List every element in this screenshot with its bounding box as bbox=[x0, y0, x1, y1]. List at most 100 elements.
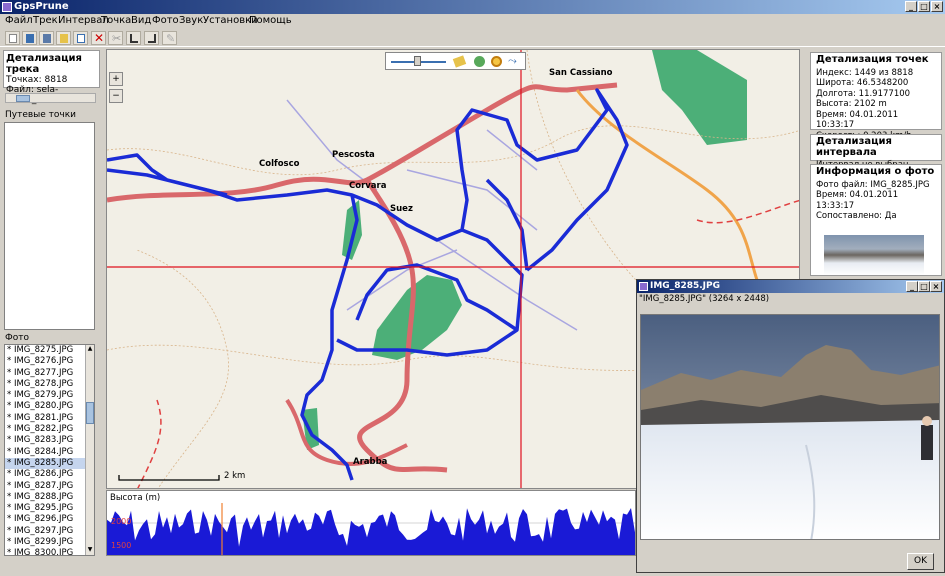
file-scroll-thumb[interactable] bbox=[16, 95, 30, 102]
ok-button[interactable]: OK bbox=[907, 553, 934, 570]
scale-label: 2 km bbox=[224, 471, 246, 481]
menu-point[interactable]: Точка bbox=[101, 15, 131, 27]
photo-info-box: Информация о фото Фото файл: IMG_8285.JP… bbox=[810, 164, 942, 276]
point-altitude: Высота: 2102 m bbox=[816, 99, 887, 109]
file-scrollbar[interactable] bbox=[5, 93, 96, 103]
photo-list-item[interactable]: * IMG_8285.JPG bbox=[5, 457, 94, 470]
photo-list-item[interactable]: * IMG_8286.JPG bbox=[5, 469, 94, 480]
photo-list-item[interactable]: * IMG_8275.JPG bbox=[5, 345, 94, 356]
window-button[interactable] bbox=[73, 31, 88, 45]
folder-icon bbox=[60, 34, 68, 43]
save-button[interactable] bbox=[39, 31, 54, 45]
photo-list[interactable]: * IMG_8275.JPG * IMG_8276.JPG * IMG_8277.J… bbox=[4, 344, 95, 556]
photo-preview[interactable] bbox=[640, 314, 940, 540]
globe-icon[interactable] bbox=[474, 56, 485, 67]
set-start-button[interactable] bbox=[126, 31, 141, 45]
forest-area bbox=[342, 200, 362, 260]
photo-list-item[interactable]: * IMG_8299.JPG bbox=[5, 537, 94, 548]
scroll-up-icon[interactable]: ▲ bbox=[86, 345, 94, 353]
waypoints-list[interactable] bbox=[4, 122, 95, 330]
photo-list-item[interactable]: * IMG_8284.JPG bbox=[5, 447, 94, 458]
photo-list-item[interactable]: * IMG_8296.JPG bbox=[5, 514, 94, 525]
menu-view[interactable]: Вид bbox=[131, 15, 151, 27]
point-details-box: Детализация точек Индекс: 1449 из 8818 Ш… bbox=[810, 52, 942, 141]
range-start-icon bbox=[130, 34, 138, 43]
cut-button[interactable]: ✂ bbox=[108, 31, 123, 45]
zoom-in-button[interactable]: + bbox=[109, 72, 123, 86]
photo-list-item[interactable]: * IMG_8287.JPG bbox=[5, 481, 94, 492]
delete-button[interactable]: ✕ bbox=[91, 31, 106, 45]
new-file-button[interactable] bbox=[5, 31, 20, 45]
open-icon bbox=[26, 34, 34, 43]
photo-dialog: IMG_8285.JPG _ □ × "IMG_8285.JPG" (3264 … bbox=[636, 279, 945, 573]
set-end-button[interactable] bbox=[144, 31, 159, 45]
profile-label-low: 1500 bbox=[111, 541, 132, 550]
compress-button[interactable] bbox=[56, 31, 71, 45]
place-label: Arabba bbox=[353, 457, 388, 467]
open-file-button[interactable] bbox=[22, 31, 37, 45]
close-button[interactable]: × bbox=[931, 1, 943, 12]
point-longitude: Долгота: 11.9177100 bbox=[816, 88, 911, 99]
photo-list-scrollbar[interactable]: ▲ ▼ bbox=[85, 345, 94, 555]
track-details-box: Детализация трека Точках: 8818 Файл: sel… bbox=[3, 50, 100, 105]
map-controls: ⤳ bbox=[385, 52, 526, 70]
photo-info-time: Время: 04.01.2011 13:33:17 bbox=[816, 190, 899, 211]
range-end-icon bbox=[148, 34, 156, 43]
photo-list-item[interactable]: * IMG_8282.JPG bbox=[5, 424, 94, 435]
forest-area bbox=[372, 275, 462, 360]
photo-list-item[interactable]: * IMG_8297.JPG bbox=[5, 526, 94, 537]
altitude-area bbox=[107, 508, 635, 555]
photo-thumbnail[interactable] bbox=[824, 235, 924, 275]
dialog-close-button[interactable]: × bbox=[930, 281, 942, 292]
place-label: Colfosco bbox=[259, 159, 300, 169]
contour-line bbox=[107, 125, 799, 176]
slider-thumb[interactable] bbox=[414, 56, 421, 66]
dialog-maximize-button[interactable]: □ bbox=[918, 281, 930, 292]
menu-file[interactable]: Файл bbox=[5, 15, 33, 27]
photo-list-item[interactable]: * IMG_8288.JPG bbox=[5, 492, 94, 503]
zoom-out-button[interactable]: − bbox=[109, 89, 123, 103]
photo-scroll-thumb[interactable] bbox=[86, 402, 94, 424]
ruler-icon[interactable] bbox=[452, 55, 467, 68]
altitude-profile[interactable]: Высота (m) 2000 1500 bbox=[106, 490, 636, 556]
pencil-icon: ✎ bbox=[166, 32, 176, 45]
photo-list-item[interactable]: * IMG_8295.JPG bbox=[5, 503, 94, 514]
contour-line bbox=[136, 249, 229, 488]
photo-list-item[interactable]: * IMG_8280.JPG bbox=[5, 401, 94, 412]
scroll-down-icon[interactable]: ▼ bbox=[86, 546, 94, 554]
menu-audio[interactable]: Звук bbox=[179, 15, 203, 27]
photo-list-item[interactable]: * IMG_8278.JPG bbox=[5, 379, 94, 390]
track-points-count: Точках: 8818 bbox=[6, 75, 68, 85]
menu-photo[interactable]: Фото bbox=[152, 15, 179, 27]
photo-list-item[interactable]: * IMG_8276.JPG bbox=[5, 356, 94, 367]
photo-caption: "IMG_8285.JPG" (3264 x 2448) bbox=[639, 294, 770, 304]
dialog-icon bbox=[639, 282, 648, 291]
menu-help[interactable]: Помощь bbox=[249, 15, 292, 27]
maximize-button[interactable]: □ bbox=[918, 1, 930, 12]
profile-chart[interactable] bbox=[107, 503, 635, 555]
cut-icon: ✂ bbox=[112, 32, 122, 45]
window-icon bbox=[77, 34, 85, 43]
window-title: GpsPrune bbox=[14, 1, 69, 12]
photo-info-matched: Сопоставлено: Да bbox=[816, 211, 897, 221]
place-label: Corvara bbox=[349, 181, 387, 191]
menu-track[interactable]: Трек bbox=[33, 15, 58, 27]
new-file-icon bbox=[9, 34, 17, 43]
dialog-minimize-button[interactable]: _ bbox=[906, 281, 918, 292]
photos-title: Фото bbox=[5, 333, 30, 343]
connect-button[interactable]: ✎ bbox=[162, 31, 177, 45]
route-icon[interactable]: ⤳ bbox=[508, 55, 517, 67]
range-details-title: Детализация интервала bbox=[816, 136, 892, 158]
gps-track[interactable] bbox=[107, 88, 629, 481]
photo-list-item[interactable]: * IMG_8283.JPG bbox=[5, 435, 94, 446]
range-details-box: Детализация интервала Интервал не выбран bbox=[810, 134, 942, 170]
minimize-button[interactable]: _ bbox=[905, 1, 917, 12]
photo-list-item[interactable]: * IMG_8281.JPG bbox=[5, 413, 94, 424]
photo-list-item[interactable]: * IMG_8279.JPG bbox=[5, 390, 94, 401]
point-latitude: Широта: 46.5348200 bbox=[816, 78, 909, 88]
target-icon[interactable] bbox=[491, 56, 502, 67]
boundary-line bbox=[137, 399, 162, 488]
photo-list-item[interactable]: * IMG_8300.JPG bbox=[5, 548, 94, 555]
point-details-title: Детализация точек bbox=[816, 54, 929, 65]
photo-list-item[interactable]: * IMG_8277.JPG bbox=[5, 368, 94, 379]
